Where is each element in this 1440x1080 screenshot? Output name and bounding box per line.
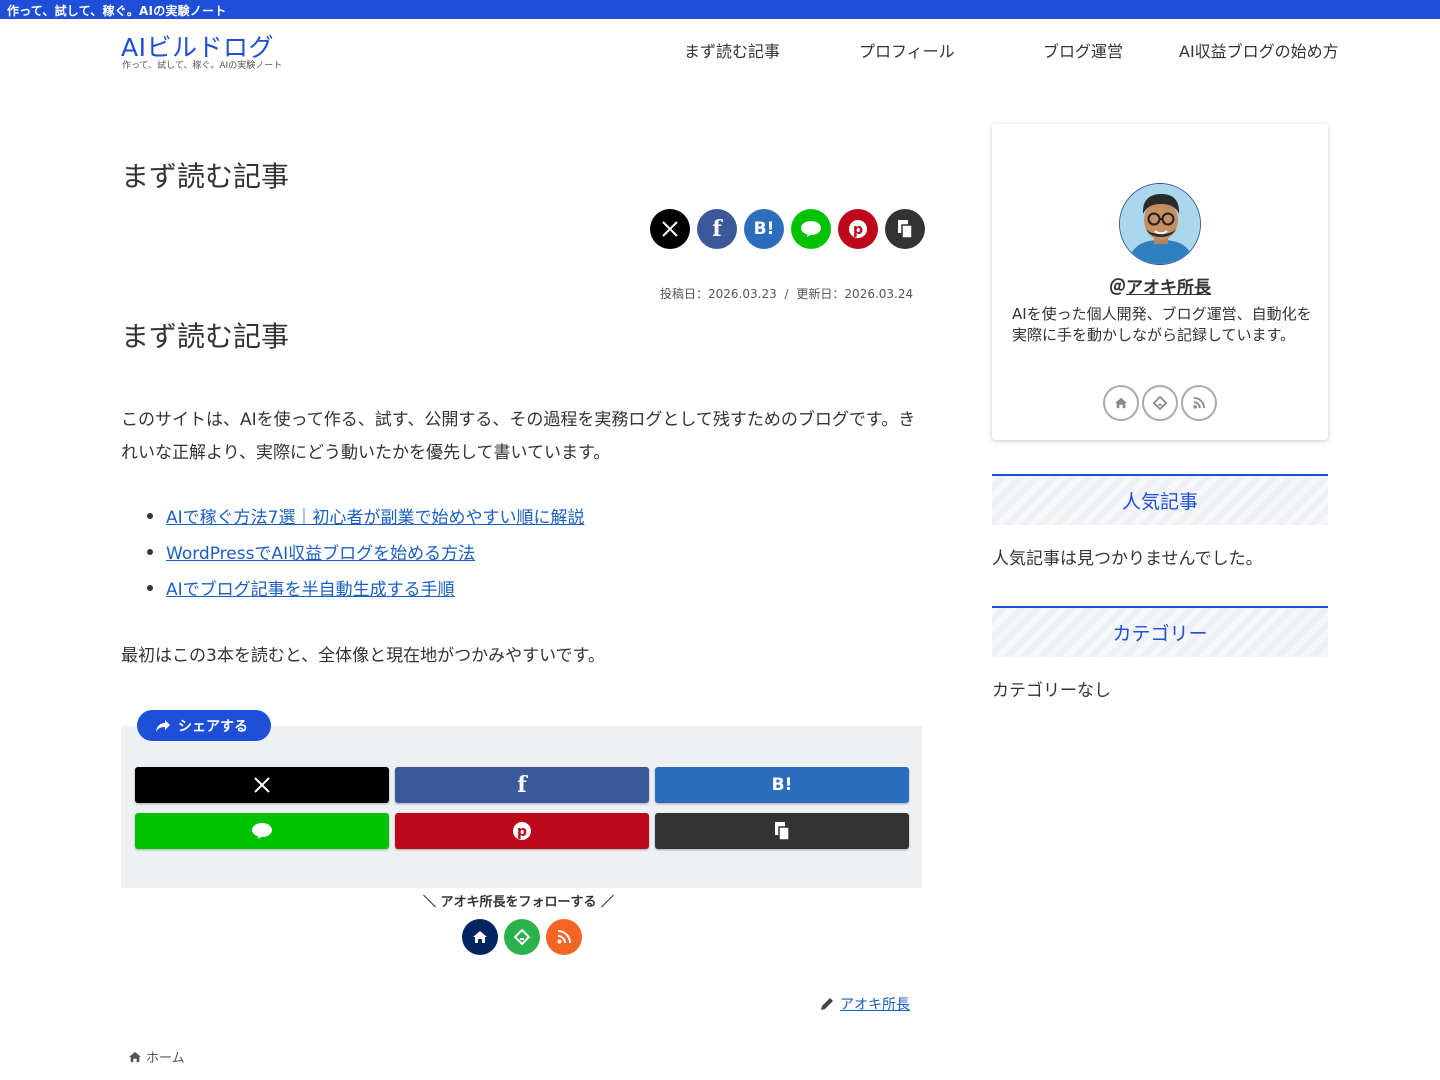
share-facebook-wide-button[interactable]: f xyxy=(395,767,649,803)
date-separator: / xyxy=(784,287,789,301)
author-link: アオキ所長 xyxy=(820,994,910,1014)
x-icon xyxy=(662,221,678,237)
breadcrumb: ホーム xyxy=(128,1047,185,1066)
copy-icon xyxy=(775,822,790,841)
author-name-link[interactable]: アオキ所長 xyxy=(840,994,910,1014)
follow-label: ＼ アオキ所長をフォローする ／ xyxy=(423,895,615,910)
follow-feedly-button[interactable] xyxy=(504,919,540,955)
posted-date: 投稿日：2026.03.23 xyxy=(660,287,777,301)
x-icon xyxy=(254,777,270,793)
share-x-button[interactable] xyxy=(650,209,690,249)
article-heading: まず読む記事 xyxy=(121,320,290,353)
profile-name: ＠アオキ所長 xyxy=(1109,278,1211,298)
article-outro: 最初はこの3本を読むと、全体像と現在地がつかみやすいです。 xyxy=(121,646,605,666)
share-hatena-wide-button[interactable]: B! xyxy=(655,767,909,803)
svg-text:p: p xyxy=(517,824,527,840)
home-icon xyxy=(1115,397,1127,409)
profile-card: ＠アオキ所長 AIを使った個人開発、ブログ運営、自動化を実際に手を動かしながら記… xyxy=(992,124,1328,440)
share-x-wide-button[interactable] xyxy=(135,767,389,803)
share-line-wide-button[interactable] xyxy=(135,813,389,849)
follow-rss-button[interactable] xyxy=(546,919,582,955)
share-copy-button[interactable] xyxy=(885,209,925,249)
facebook-icon: f xyxy=(517,772,527,798)
rss-icon xyxy=(1193,397,1205,409)
pencil-icon xyxy=(821,998,833,1010)
breadcrumb-home-link[interactable]: ホーム xyxy=(146,1047,185,1066)
site-tagline: 作って、試して、稼ぐ。AIの実験ノート xyxy=(122,61,283,71)
hatena-bookmark-icon: B! xyxy=(771,775,793,795)
share-hatena-button[interactable]: B! xyxy=(744,209,784,249)
pinterest-icon: p xyxy=(513,822,531,840)
widget-popular-body: 人気記事は見つかりませんでした。 xyxy=(992,549,1263,569)
nav-item-profile[interactable]: プロフィール xyxy=(859,38,955,62)
widget-title-popular: 人気記事 xyxy=(992,474,1328,525)
feedly-icon xyxy=(1153,396,1167,410)
link-semi-auto-articles[interactable]: AIでブログ記事を半自動生成する手順 xyxy=(166,580,455,600)
share-pinterest-button[interactable]: p xyxy=(838,209,878,249)
profile-feedly-button[interactable] xyxy=(1142,385,1178,421)
profile-name-text[interactable]: アオキ所長 xyxy=(1126,278,1211,298)
follow-buttons xyxy=(462,919,582,955)
profile-rss-button[interactable] xyxy=(1181,385,1217,421)
share-box xyxy=(121,726,922,888)
feedly-icon xyxy=(514,929,530,945)
rss-icon xyxy=(557,930,571,944)
share-pinterest-wide-button[interactable]: p xyxy=(395,813,649,849)
top-tagline: 作って、試して、稼ぐ。AIの実験ノート xyxy=(7,4,227,18)
widget-category-body: カテゴリーなし xyxy=(992,681,1111,701)
facebook-icon: f xyxy=(712,216,722,242)
nav-item-blog-management[interactable]: ブログ運営 xyxy=(1043,38,1123,62)
list-item: AIでブログ記事を半自動生成する手順 xyxy=(145,575,584,611)
recommended-links: AIで稼ぐ方法7選｜初心者が副業で始めやすい順に解説 WordPressでAI収… xyxy=(145,503,584,611)
link-wordpress-blog[interactable]: WordPressでAI収益ブログを始める方法 xyxy=(166,544,475,564)
link-ai-earn-methods[interactable]: AIで稼ぐ方法7選｜初心者が副業で始めやすい順に解説 xyxy=(166,508,584,528)
line-icon xyxy=(801,221,821,237)
copy-icon xyxy=(898,220,913,239)
share-label-badge: シェアする xyxy=(137,710,271,741)
top-tagline-bar: 作って、試して、稼ぐ。AIの実験ノート xyxy=(0,0,1440,19)
profile-description: AIを使った個人開発、ブログ運営、自動化を実際に手を動かしながら記録しています。 xyxy=(1012,305,1312,344)
page-title: まず読む記事 xyxy=(121,160,290,193)
profile-follow-buttons xyxy=(1103,385,1217,421)
home-icon xyxy=(473,931,487,943)
share-facebook-button[interactable]: f xyxy=(697,209,737,249)
share-line-button[interactable] xyxy=(791,209,831,249)
hatena-bookmark-icon: B! xyxy=(753,219,775,239)
pinterest-icon: p xyxy=(849,220,867,238)
nav-item-ai-blog-start[interactable]: AI収益ブログの始め方 xyxy=(1179,38,1339,62)
avatar-illustration xyxy=(1120,184,1200,264)
top-share-buttons: f B! p xyxy=(650,209,925,249)
share-copy-wide-button[interactable] xyxy=(655,813,909,849)
article-intro: このサイトは、AIを使って作る、試す、公開する、その過程を実務ログとして残すため… xyxy=(121,410,916,463)
list-item: AIで稼ぐ方法7選｜初心者が副業で始めやすい順に解説 xyxy=(145,503,584,539)
home-icon xyxy=(129,1051,141,1062)
share-arrow-icon xyxy=(156,719,170,732)
post-dates: 投稿日：2026.03.23 / 更新日：2026.03.24 xyxy=(660,285,913,302)
nav-item-first-read[interactable]: まず読む記事 xyxy=(684,38,780,62)
share-label: シェアする xyxy=(178,718,248,735)
avatar xyxy=(1119,183,1201,265)
follow-home-button[interactable] xyxy=(462,919,498,955)
updated-date: 更新日：2026.03.24 xyxy=(796,287,914,301)
widget-title-category: カテゴリー xyxy=(992,606,1328,657)
profile-home-button[interactable] xyxy=(1103,385,1139,421)
svg-text:p: p xyxy=(853,222,863,238)
list-item: WordPressでAI収益ブログを始める方法 xyxy=(145,539,584,575)
line-icon xyxy=(252,823,272,839)
